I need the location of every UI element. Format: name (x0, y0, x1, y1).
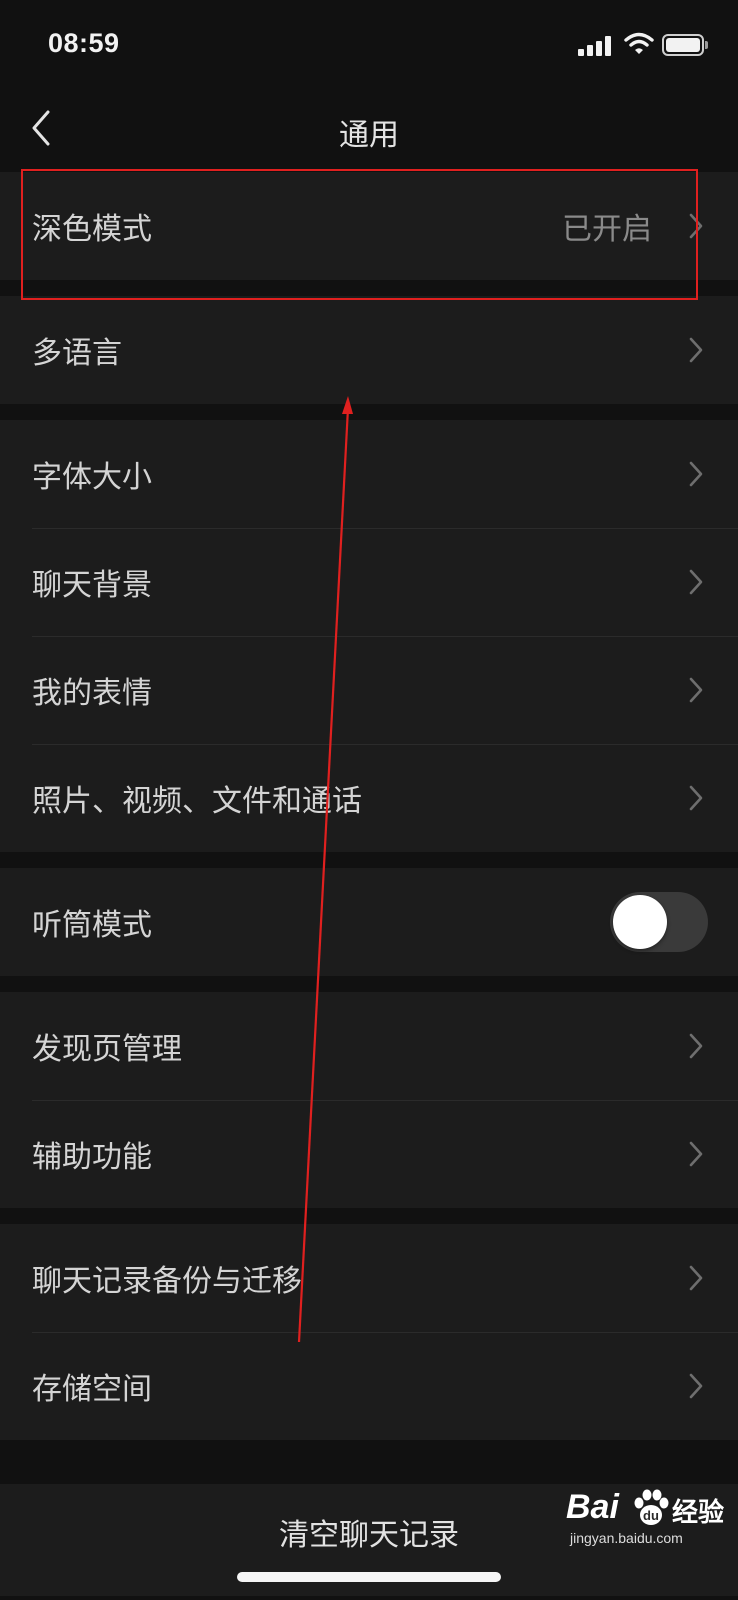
row-label: 发现页管理 (32, 1032, 182, 1067)
chevron-right-icon (689, 337, 703, 363)
chevron-right-icon (689, 1373, 703, 1399)
page-title: 通用 (339, 118, 399, 153)
chevron-right-icon (689, 1265, 703, 1291)
settings-row-dark-mode[interactable]: 深色模式 已开启 (0, 172, 738, 280)
baidu-jingyan-watermark: Bai du 经验 jingyan.baidu.com (560, 1484, 730, 1554)
home-indicator (237, 1572, 501, 1582)
chevron-right-icon (689, 1033, 703, 1059)
chevron-right-icon (689, 569, 703, 595)
group-storage: 聊天记录备份与迁移 存储空间 (0, 1224, 738, 1440)
row-label: 照片、视频、文件和通话 (32, 784, 362, 819)
row-label: 存储空间 (32, 1372, 152, 1407)
settings-row-media-calls[interactable]: 照片、视频、文件和通话 (0, 744, 738, 852)
group-chat-display: 字体大小 聊天背景 我的表情 照片、视频、文件和通话 (0, 420, 738, 852)
wifi-icon (624, 32, 654, 54)
earpiece-mode-toggle[interactable] (610, 892, 708, 952)
signal-icon (578, 36, 612, 56)
row-label: 听筒模式 (32, 908, 152, 943)
watermark-brand: Bai (566, 1488, 619, 1526)
row-label: 多语言 (32, 336, 122, 371)
settings-row-language[interactable]: 多语言 (0, 296, 738, 404)
nav-bar: 通用 (0, 92, 738, 170)
row-label: 字体大小 (32, 460, 152, 495)
svg-text:du: du (643, 1508, 659, 1523)
chevron-right-icon (689, 461, 703, 487)
row-label: 我的表情 (32, 676, 152, 711)
settings-row-discover-manage[interactable]: 发现页管理 (0, 992, 738, 1100)
toggle-knob (613, 895, 667, 949)
settings-row-font-size[interactable]: 字体大小 (0, 420, 738, 528)
settings-row-earpiece-mode: 听筒模式 (0, 868, 738, 976)
group-display: 深色模式 已开启 (0, 172, 738, 280)
status-bar: 08:59 (0, 0, 738, 92)
chevron-right-icon (689, 677, 703, 703)
settings-row-accessibility[interactable]: 辅助功能 (0, 1100, 738, 1208)
chevron-right-icon (689, 1141, 703, 1167)
status-time: 08:59 (48, 28, 120, 58)
row-label: 深色模式 (32, 212, 152, 247)
chevron-right-icon (689, 785, 703, 811)
group-earpiece: 听筒模式 (0, 868, 738, 976)
row-label: 聊天背景 (32, 568, 152, 603)
battery-icon (662, 34, 708, 56)
chevron-right-icon (689, 213, 703, 239)
screen: 08:59 通用 深色模式 已开启 多语言 字体大小 聊天背景 我的表情 照片、… (0, 0, 738, 1600)
watermark-url: jingyan.baidu.com (570, 1530, 683, 1546)
group-language: 多语言 (0, 296, 738, 404)
baidu-paw-icon: du (634, 1489, 669, 1525)
settings-row-chat-backup[interactable]: 聊天记录备份与迁移 (0, 1224, 738, 1332)
row-label: 辅助功能 (32, 1140, 152, 1175)
settings-row-my-stickers[interactable]: 我的表情 (0, 636, 738, 744)
group-discover: 发现页管理 辅助功能 (0, 992, 738, 1208)
row-value: 已开启 (562, 212, 652, 247)
watermark-suffix: 经验 (672, 1498, 725, 1528)
row-label: 聊天记录备份与迁移 (32, 1264, 302, 1299)
settings-row-storage[interactable]: 存储空间 (0, 1332, 738, 1440)
settings-row-chat-background[interactable]: 聊天背景 (0, 528, 738, 636)
